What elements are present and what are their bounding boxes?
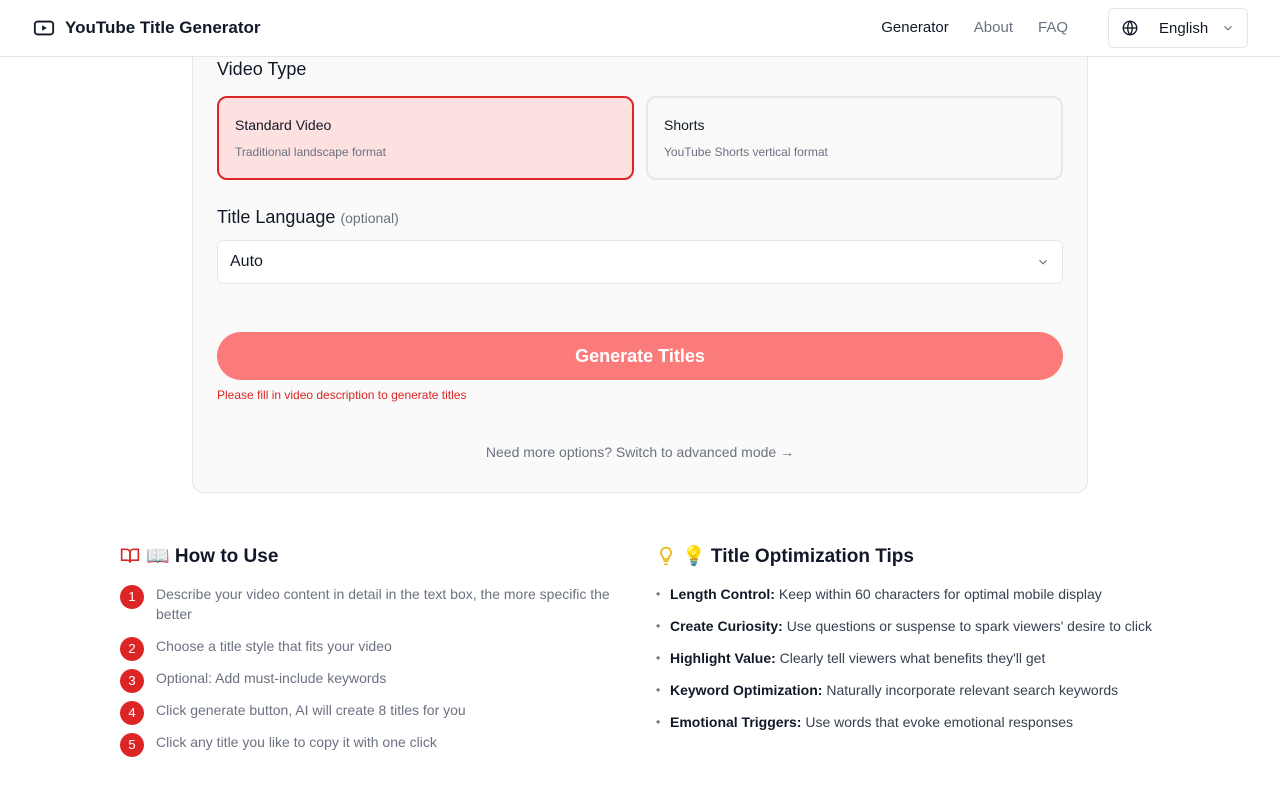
tip-text: Use words that evoke emotional responses <box>805 714 1074 730</box>
video-type-label: Video Type <box>217 59 307 79</box>
list-item: Emotional Triggers: Use words that evoke… <box>656 712 1156 732</box>
list-item: Create Curiosity: Use questions or suspe… <box>656 616 1156 636</box>
video-type-desc: Traditional landscape format <box>235 145 386 159</box>
book-open-icon <box>120 548 140 563</box>
title-language-value: Auto <box>230 253 263 270</box>
tips-heading: 💡 Title Optimization Tips <box>656 544 914 568</box>
main-nav: Generator About FAQ <box>881 19 1068 36</box>
list-item: 5 Click any title you like to copy it wi… <box>120 732 620 757</box>
nav-faq[interactable]: FAQ <box>1038 19 1068 36</box>
step-text: Click any title you like to copy it with… <box>156 734 437 750</box>
list-item: Highlight Value: Clearly tell viewers wh… <box>656 648 1156 668</box>
brand-title: YouTube Title Generator <box>65 18 261 37</box>
step-text: Click generate button, AI will create 8 … <box>156 702 466 718</box>
list-item: 2 Choose a title style that fits your vi… <box>120 636 620 661</box>
optional-hint: (optional) <box>340 210 399 226</box>
top-header: YouTube Title Generator Generator About … <box>0 0 1280 57</box>
list-item: 3 Optional: Add must-include keywords <box>120 668 620 693</box>
tip-text: Use questions or suspense to spark viewe… <box>786 618 1152 634</box>
validation-error: Please fill in video description to gene… <box>217 388 467 402</box>
list-item: Length Control: Keep within 60 character… <box>656 584 1156 604</box>
tip-label: Keyword Optimization: <box>670 682 823 698</box>
how-to-heading: 📖 How to Use <box>120 544 278 568</box>
tip-label: Highlight Value: <box>670 650 776 666</box>
title-language-text: Title Language <box>217 207 336 227</box>
step-text: Describe your video content in detail in… <box>156 586 610 622</box>
brand[interactable]: YouTube Title Generator <box>33 17 261 39</box>
youtube-play-icon <box>33 20 55 36</box>
step-number: 2 <box>120 637 144 661</box>
video-type-title: Standard Video <box>235 117 332 133</box>
step-number: 5 <box>120 733 144 757</box>
list-item: 4 Click generate button, AI will create … <box>120 700 620 725</box>
step-text: Optional: Add must-include keywords <box>156 670 387 686</box>
nav-generator[interactable]: Generator <box>881 19 949 36</box>
step-number: 4 <box>120 701 144 725</box>
how-to-steps: 1 Describe your video content in detail … <box>120 584 620 764</box>
tips-title: 💡 Title Optimization Tips <box>682 546 914 567</box>
step-text: Choose a title style that fits your vide… <box>156 638 392 654</box>
chevron-down-icon <box>1039 259 1047 265</box>
video-type-title: Shorts <box>664 117 705 133</box>
tip-label: Emotional Triggers: <box>670 714 802 730</box>
step-number: 3 <box>120 669 144 693</box>
globe-icon <box>1122 20 1138 36</box>
title-language-label: Title Language (optional) <box>217 207 399 228</box>
lightbulb-icon <box>660 546 672 566</box>
tips-list: Length Control: Keep within 60 character… <box>656 584 1156 744</box>
step-number: 1 <box>120 585 144 609</box>
tip-text: Naturally incorporate relevant search ke… <box>826 682 1119 698</box>
title-language-select[interactable]: Auto <box>217 240 1063 284</box>
tip-text: Clearly tell viewers what benefits they'… <box>779 650 1046 666</box>
tip-text: Keep within 60 characters for optimal mo… <box>778 586 1102 602</box>
generate-titles-button[interactable]: Generate Titles <box>217 332 1063 380</box>
video-type-shorts[interactable]: Shorts YouTube Shorts vertical format <box>646 96 1063 180</box>
list-item: 1 Describe your video content in detail … <box>120 584 620 624</box>
tip-label: Length Control: <box>670 586 775 602</box>
language-select[interactable]: English <box>1108 8 1248 48</box>
chevron-down-icon <box>1224 25 1232 31</box>
language-label: English <box>1159 19 1209 37</box>
video-type-standard[interactable]: Standard Video Traditional landscape for… <box>217 96 634 180</box>
video-type-desc: YouTube Shorts vertical format <box>664 145 828 159</box>
nav-about[interactable]: About <box>974 19 1013 36</box>
list-item: Keyword Optimization: Naturally incorpor… <box>656 680 1156 700</box>
advanced-mode-link[interactable]: Need more options? Switch to advanced mo… <box>192 444 1088 460</box>
how-to-title: 📖 How to Use <box>146 546 279 567</box>
tip-label: Create Curiosity: <box>670 618 783 634</box>
